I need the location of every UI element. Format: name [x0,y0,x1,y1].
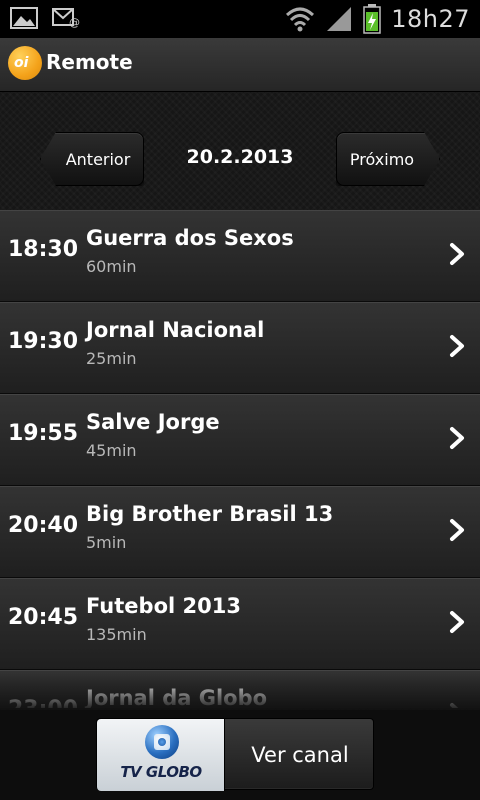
program-title: Jornal da Globo [86,686,268,708]
svg-text:@: @ [69,16,80,29]
program-duration: 60min [86,257,137,276]
program-time: 19:55 [8,421,79,446]
main-content: Anterior 20.2.2013 Próximo 18:30 Guerra … [0,92,480,800]
chevron-right-icon [450,243,464,265]
program-row[interactable]: 20:45 Futebol 2013 135min [0,578,480,670]
chevron-right-icon [450,427,464,449]
current-date: 20.2.2013 [186,146,294,168]
program-duration: 135min [86,625,147,644]
program-row[interactable]: 18:30 Guerra dos Sexos 60min [0,210,480,302]
program-time: 23:00 [8,697,78,708]
logo-text: oi [14,55,29,71]
program-row[interactable]: 23:00 Jornal da Globo [0,670,480,708]
program-row[interactable]: 19:55 Salve Jorge 45min [0,394,480,486]
program-duration: 25min [86,349,137,368]
previous-day-button[interactable]: Anterior [40,132,144,186]
program-title: Big Brother Brasil 13 [86,502,334,526]
program-time: 20:45 [8,605,79,630]
program-duration: 5min [86,533,127,552]
battery-charging-icon [363,4,381,34]
gallery-notification-icon [10,7,38,29]
program-row[interactable]: 19:30 Jornal Nacional 25min [0,302,480,394]
program-time: 18:30 [8,237,79,262]
program-list: 18:30 Guerra dos Sexos 60min 19:30 Jorna… [0,210,480,708]
chevron-right-icon [450,611,464,633]
globe-icon [145,725,179,759]
status-time: 18h27 [391,5,470,33]
next-day-button[interactable]: Próximo [336,132,440,186]
program-title: Salve Jorge [86,410,220,434]
program-row[interactable]: 20:40 Big Brother Brasil 13 5min [0,486,480,578]
date-navigator: Anterior 20.2.2013 Próximo [0,132,480,188]
chevron-right-icon [450,703,459,708]
email-notification-icon: @ [52,8,80,29]
app-header: oi Remote [0,38,480,92]
next-day-label: Próximo [349,149,415,169]
view-channel-button[interactable]: Ver canal [225,719,375,791]
status-bar: @ 18h27 [0,0,480,38]
oi-logo-icon: oi [8,46,42,80]
channel-bar: TV GLOBO Ver canal [0,710,480,800]
program-title: Guerra dos Sexos [86,226,294,250]
channel-logo-text: TV GLOBO [120,763,202,781]
tv-globo-logo: TV GLOBO [97,719,225,791]
program-time: 19:30 [8,329,79,354]
chevron-right-icon [450,335,464,357]
chevron-right-icon [450,519,464,541]
program-title: Futebol 2013 [86,594,241,618]
program-duration: 45min [86,441,137,460]
wifi-icon [286,7,315,32]
program-title: Jornal Nacional [86,318,265,342]
signal-icon [327,7,352,31]
app-title: Remote [46,50,133,74]
program-time: 20:40 [8,513,79,538]
previous-day-label: Anterior [65,149,131,169]
channel-card[interactable]: TV GLOBO Ver canal [96,718,375,791]
